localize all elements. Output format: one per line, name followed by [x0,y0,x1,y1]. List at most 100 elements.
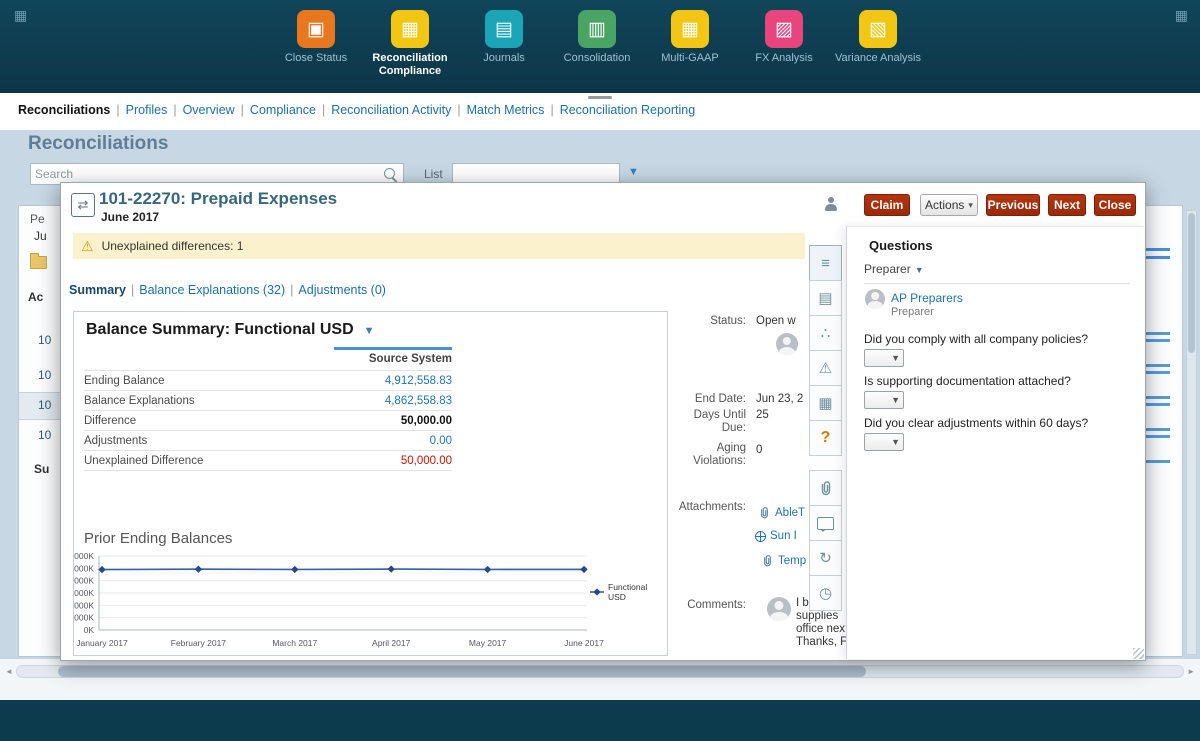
app-nav-variance-analysis[interactable]: ▧ Variance Analysis [830,10,926,65]
app-nav-journals[interactable]: ▤ Journals [456,10,552,65]
svg-text:4,000K: 4,000K [74,576,94,586]
status-value: Open w [756,315,796,327]
grid-menu-icon[interactable]: ▦ [14,8,27,22]
commenter-avatar [767,597,791,621]
difference-value: 50,000.00 [401,415,452,427]
balance-summary-panel: Balance Summary: Functional USD▼ Source … [73,311,668,656]
chevron-down-icon: ▼ [891,353,900,363]
clipped-column-fragment [1144,403,1170,406]
app-nav-label: Multi-GAAP [642,52,738,65]
globe-link-icon [755,531,766,542]
role-selector[interactable]: Preparer▼ [864,262,924,276]
scroll-left-arrow-icon[interactable]: ◄ [5,667,13,676]
balance-explanations-link[interactable]: 4,862,558.83 [385,395,452,407]
variance-analysis-icon: ▧ [859,10,897,48]
tab-summary[interactable]: Summary [69,283,126,297]
svg-text:April 2017: April 2017 [372,638,411,648]
attachments-label: Attachments: [656,501,746,514]
questions-icon[interactable]: ? [809,420,842,456]
app-nav-multi-gaap[interactable]: ▦ Multi-GAAP [642,10,738,65]
tab-adjustments[interactable]: Adjustments (0) [298,283,386,297]
end-date-value: Jun 23, 2 [756,393,803,405]
comments-icon[interactable] [809,505,842,541]
history-icon[interactable]: ◷ [809,575,842,611]
dialog-tool-strip-secondary: ↻ ◷ [809,471,842,611]
chevron-down-icon: ▼ [891,437,900,447]
workflow-users-icon[interactable]: ∴ [809,315,842,351]
comment-text-fragment: I b [796,597,809,609]
chevron-down-icon: ▾ [968,200,973,211]
currency-dropdown-caret[interactable]: ▼ [364,325,375,337]
nav-link-compliance[interactable]: Compliance [250,103,316,117]
ending-balance-link[interactable]: 4,912,558.83 [385,375,452,387]
clipped-row-fragment: 10 [38,333,51,347]
attribute-grid-icon[interactable]: ▦ [809,385,842,421]
attachment-link[interactable]: Temp [761,554,806,567]
footer-bar [0,700,1200,741]
question-answer-select[interactable]: ▼ [864,433,904,451]
summary-view-icon[interactable]: ≡ [809,245,842,281]
properties-icon[interactable]: ▤ [809,280,842,316]
question-text: Did you comply with all company policies… [864,332,1136,346]
nav-link-overview[interactable]: Overview [183,103,235,117]
tab-balance-explanations[interactable]: Balance Explanations (32) [139,283,285,297]
claim-button[interactable]: Claim [864,194,910,216]
svg-text:March 2017: March 2017 [272,638,317,648]
scroll-right-arrow-icon[interactable]: ► [1187,667,1195,676]
nav-link-profiles[interactable]: Profiles [126,103,168,117]
assignee-icon[interactable] [823,196,839,212]
actions-menu-button[interactable]: Actions▾ [920,194,978,216]
clipped-row-fragment: 10 [38,398,51,412]
vertical-scrollbar[interactable] [1186,210,1197,655]
nav-link-reconciliation-reporting[interactable]: Reconciliation Reporting [560,103,696,117]
svg-text:5,000K: 5,000K [74,563,94,573]
status-label: Status: [656,315,746,328]
search-icon[interactable] [384,168,395,179]
prior-balances-title: Prior Ending Balances [84,530,232,547]
nav-link-match-metrics[interactable]: Match Metrics [467,103,545,117]
svg-text:May 2017: May 2017 [469,638,507,648]
attachments-icon[interactable] [809,470,842,506]
vertical-scrollbar-thumb[interactable] [1188,213,1195,353]
attachment-link[interactable]: AbleT [758,506,805,519]
svg-text:Functional: Functional [608,582,647,592]
end-date-label: End Date: [656,393,746,406]
app-nav-consolidation[interactable]: ▥ Consolidation [549,10,645,65]
app-nav-close-status[interactable]: ▣ Close Status [268,10,364,65]
assignee-role: Preparer [891,306,934,318]
svg-text:February 2017: February 2017 [171,638,227,648]
clipped-column-fragment [1144,256,1170,259]
splitter-handle[interactable] [588,96,612,99]
nav-link-reconciliation-activity[interactable]: Reconciliation Activity [331,103,451,117]
search-input[interactable] [31,164,389,184]
clipped-column-fragment [1144,248,1170,251]
resize-grip[interactable] [1133,648,1144,659]
consolidation-icon: ▥ [578,10,616,48]
days-until-due-value: 25 [756,409,769,421]
attachment-link[interactable]: Sun I [755,530,797,542]
related-tasks-icon[interactable]: ↻ [809,540,842,576]
previous-button[interactable]: Previous [986,194,1040,216]
balance-summary-table: Ending Balance 4,912,558.83 Balance Expl… [84,370,452,471]
prior-ending-balances-chart: 0K1,000K2,000K3,000K4,000K5,000K6,000KJa… [74,552,669,654]
expand-dialog-icon[interactable]: ⇄ [71,193,95,217]
adjustments-link[interactable]: 0.00 [430,435,452,447]
close-button[interactable]: Close [1094,194,1136,216]
assignee-name-link[interactable]: AP Preparers [891,291,963,305]
clipped-column-fragment [1144,396,1170,399]
table-row: Adjustments 0.00 [84,431,452,451]
folder-icon [30,256,47,269]
reconciliation-dialog: ⇄ 101-22270: Prepaid Expenses June 2017 … [60,182,1146,661]
apps-grid-icon[interactable]: ▦ [1175,8,1188,22]
app-nav-fx-analysis[interactable]: ▨ FX Analysis [736,10,832,65]
nav-link-reconciliations[interactable]: Reconciliations [18,103,110,117]
list-dropdown-caret[interactable]: ▼ [628,166,639,178]
horizontal-scrollbar-thumb[interactable] [58,666,866,677]
question-answer-select[interactable]: ▼ [864,391,904,409]
next-button[interactable]: Next [1048,194,1086,216]
alerts-icon[interactable]: ⚠ [809,350,842,386]
question-answer-select[interactable]: ▼ [864,349,904,367]
aging-violations-value: 0 [756,444,762,456]
app-nav-reconciliation-compliance[interactable]: ▦ Reconciliation Compliance [362,10,458,77]
column-header-underline [334,347,452,350]
